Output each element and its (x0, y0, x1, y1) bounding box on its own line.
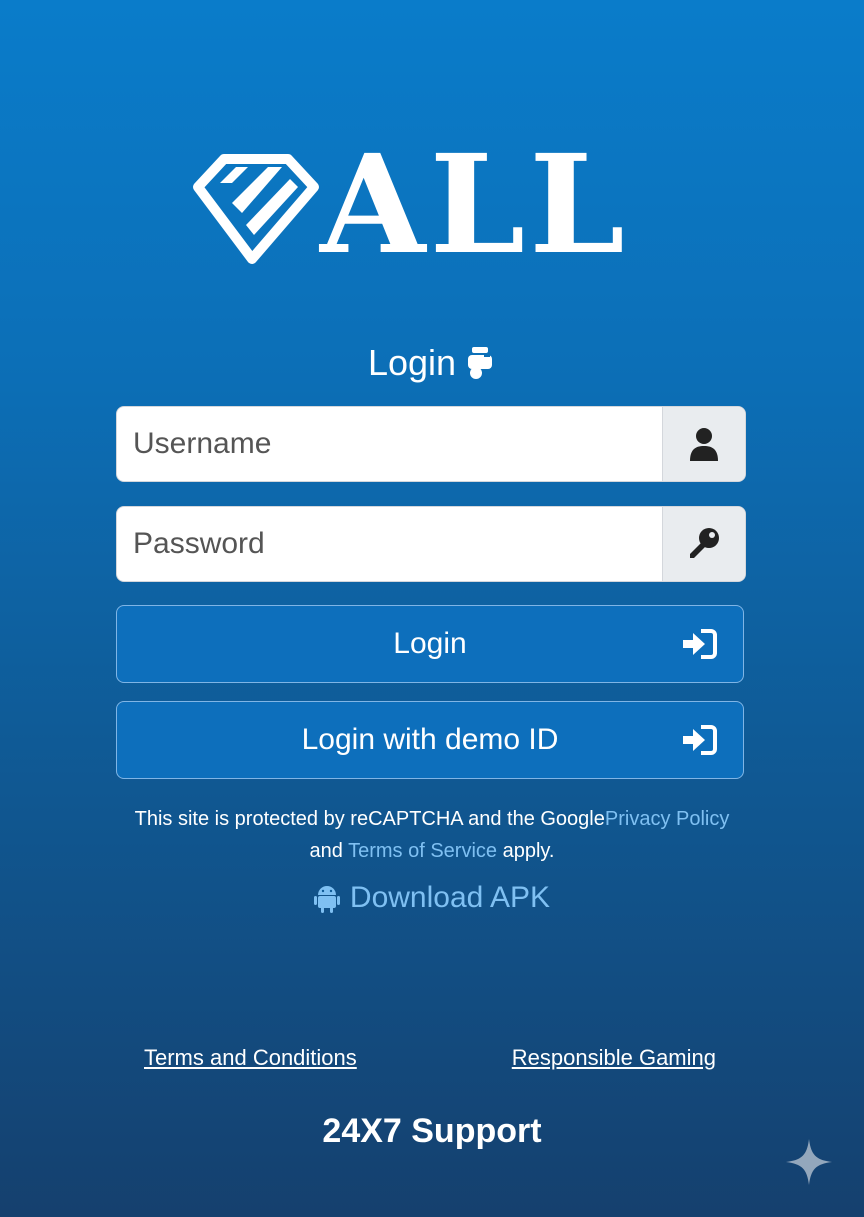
key-icon (690, 528, 719, 558)
sparkle-icon (786, 1139, 832, 1185)
login-heading-text: Login (367, 342, 457, 383)
demo-login-button-label: Login with demo ID (301, 723, 559, 756)
user-icon (690, 428, 718, 461)
diamond-logo-icon (193, 154, 319, 264)
password-input[interactable] (117, 507, 662, 581)
login-button[interactable]: Login (116, 605, 744, 683)
terms-and-conditions-link[interactable]: Terms and Conditions (144, 1045, 357, 1071)
recaptcha-and: and (309, 840, 349, 862)
demo-login-button[interactable]: Login with demo ID (116, 701, 744, 779)
download-apk-link[interactable]: Download APK (0, 881, 864, 915)
username-input[interactable] (117, 407, 662, 481)
recaptcha-suffix: apply. (497, 840, 555, 862)
password-field[interactable] (116, 506, 746, 582)
brand-name: ALL (320, 125, 629, 285)
login-heading: Login (0, 342, 864, 384)
android-icon (313, 886, 340, 913)
sign-in-icon (683, 725, 717, 755)
brand-logo: ALL (190, 125, 670, 285)
recaptcha-prefix: This site is protected by reCAPTCHA and … (134, 808, 605, 830)
terms-of-service-link[interactable]: Terms of Service (348, 840, 497, 862)
password-addon (662, 507, 745, 581)
privacy-policy-link[interactable]: Privacy Policy (605, 808, 729, 830)
login-button-label: Login (393, 627, 467, 660)
recaptcha-notice: This site is protected by reCAPTCHA and … (0, 803, 864, 867)
username-addon (662, 407, 745, 481)
download-apk-label: Download APK (349, 881, 551, 914)
sign-in-icon (683, 629, 717, 659)
support-label[interactable]: 24X7 Support (0, 1112, 864, 1151)
responsible-gaming-link[interactable]: Responsible Gaming (512, 1045, 716, 1071)
hand-pointing-down-icon (468, 347, 493, 379)
username-field[interactable] (116, 406, 746, 482)
